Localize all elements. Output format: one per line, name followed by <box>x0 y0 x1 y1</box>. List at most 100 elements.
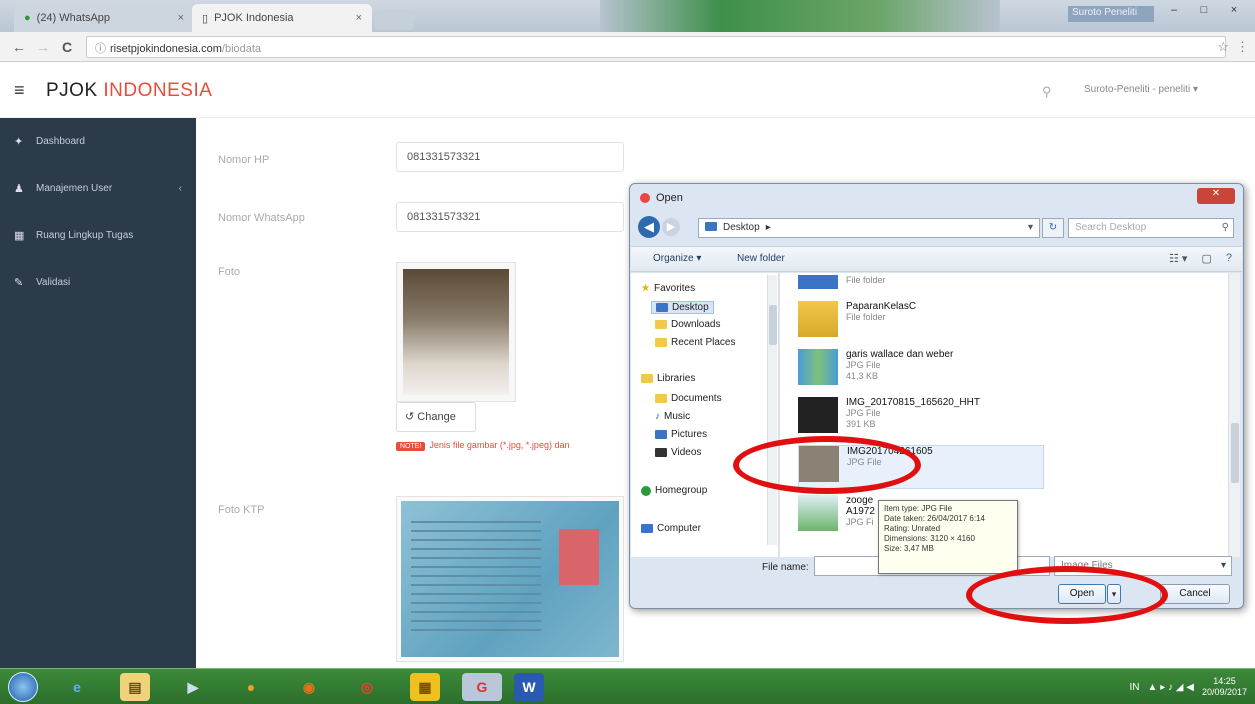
dialog-back-button[interactable]: ◀ <box>638 216 660 238</box>
cancel-button[interactable]: Cancel <box>1160 584 1230 604</box>
forward-button[interactable]: → <box>36 39 50 55</box>
sidebar-item-ruang-lingkup[interactable]: ▦ Ruang Lingkup Tugas <box>0 212 196 259</box>
windows-taskbar: e ▤ ▶ ● ◉ ◎ ▦ G W IN ▲ ▸ ♪ ◢ ◀ 14:25 20/… <box>0 668 1255 704</box>
ktp-photo <box>396 496 624 662</box>
back-button[interactable]: ← <box>12 39 26 55</box>
close-icon[interactable]: × <box>178 12 184 24</box>
refresh-button[interactable]: ↻ <box>1042 218 1064 238</box>
dialog-close-button[interactable]: ✕ <box>1197 188 1235 204</box>
nav-homegroup[interactable]: Homegroup <box>641 485 707 496</box>
window-user-chip[interactable]: Suroto Peneliti <box>1068 6 1154 22</box>
computer-icon <box>641 524 653 533</box>
file-item[interactable]: File folder <box>798 275 1178 295</box>
tab-pjok[interactable]: ▯ PJOK Indonesia × <box>192 4 372 32</box>
new-tab-button[interactable] <box>374 10 414 30</box>
help-icon[interactable]: ? <box>1226 252 1232 265</box>
dialog-title: Open <box>640 192 683 204</box>
change-photo-button[interactable]: ↺ Change <box>396 402 476 432</box>
preview-pane-icon[interactable]: ▢ <box>1201 252 1211 265</box>
sidebar-item-validasi[interactable]: ✎ Validasi <box>0 259 196 306</box>
navigation-pane: ★ Favorites Desktop Downloads Recent Plac… <box>631 273 779 557</box>
view-options-icon[interactable]: ☷ ▾ <box>1169 252 1187 265</box>
path-desktop[interactable]: Desktop <box>723 222 760 234</box>
url-input[interactable]: ⓘ risetpjokindonesia.com/biodata <box>86 36 1226 58</box>
libraries-icon <box>641 374 653 383</box>
sidebar-item-label: Manajemen User <box>36 183 113 194</box>
dialog-forward-button[interactable]: ▶ <box>662 218 680 236</box>
tab-whatsapp[interactable]: ● (24) WhatsApp × <box>14 4 194 32</box>
ie-icon[interactable]: e <box>62 673 92 701</box>
system-tray: IN ▲ ▸ ♪ ◢ ◀ 14:25 20/09/2017 <box>1130 673 1247 701</box>
file-type: File folder <box>846 275 886 285</box>
page-icon: ▯ <box>202 12 209 25</box>
nav-libraries[interactable]: Libraries <box>641 373 695 384</box>
path-breadcrumb[interactable]: Desktop ▸ ▾ <box>698 218 1040 238</box>
search-placeholder: Search Desktop <box>1075 222 1147 233</box>
minimize-button[interactable]: – <box>1160 4 1188 24</box>
sidebar-item-label: Dashboard <box>36 136 85 147</box>
dialog-title-text: Open <box>656 192 683 204</box>
clock-time: 14:25 <box>1213 676 1236 686</box>
word-icon[interactable]: W <box>514 673 544 701</box>
documents-icon <box>655 394 667 403</box>
hp-label: Nomor HP <box>218 154 270 166</box>
path-separator[interactable]: ▸ <box>766 222 771 234</box>
maximize-button[interactable]: □ <box>1190 4 1218 24</box>
wa-input[interactable]: 081331573321 <box>396 202 624 232</box>
file-item[interactable]: IMG_20170815_165620_HHT JPG File 391 KB <box>798 397 1178 441</box>
new-folder-button[interactable]: New folder <box>737 253 785 264</box>
explorer-icon[interactable]: ▤ <box>120 673 150 701</box>
firefox-icon[interactable]: ◉ <box>294 673 324 701</box>
file-item[interactable]: PaparanKelasC File folder <box>798 301 1178 345</box>
bookmark-star-icon[interactable]: ☆ <box>1217 39 1229 55</box>
dialog-search-input[interactable]: Search Desktop ⚲ <box>1068 218 1234 238</box>
nav-documents[interactable]: Documents <box>655 393 722 404</box>
start-button[interactable] <box>8 672 38 702</box>
hp-input[interactable]: 081331573321 <box>396 142 624 172</box>
table-icon: ▦ <box>14 230 25 242</box>
file-item[interactable]: garis wallace dan weber JPG File 41,3 KB <box>798 349 1178 393</box>
close-icon[interactable]: × <box>356 12 362 24</box>
nav-desktop[interactable]: Desktop <box>651 301 714 314</box>
nav-videos[interactable]: Videos <box>655 447 701 458</box>
clock-date: 20/09/2017 <box>1201 687 1247 697</box>
browser-menu-icon[interactable]: ⋮ <box>1236 39 1249 55</box>
clock[interactable]: 14:25 20/09/2017 <box>1202 676 1247 698</box>
brand-logo[interactable]: PJOK INDONESIA <box>46 80 212 102</box>
scroll-thumb[interactable] <box>769 305 777 345</box>
file-type: JPG File <box>846 408 881 418</box>
nav-favorites[interactable]: ★ Favorites <box>641 283 695 294</box>
chrome-active-icon[interactable]: G <box>462 673 502 701</box>
language-indicator[interactable]: IN <box>1130 682 1140 693</box>
sidebar-item-manajemen-user[interactable]: ♟ Manajemen User ‹ <box>0 165 196 212</box>
downloads-icon <box>655 320 667 329</box>
nav-music[interactable]: ♪ Music <box>655 411 690 422</box>
paint-icon[interactable]: ● <box>236 673 266 701</box>
whatsapp-icon: ● <box>24 12 31 24</box>
sidebar-item-dashboard[interactable]: ✦ Dashboard <box>0 118 196 165</box>
info-icon[interactable]: ⓘ <box>95 43 106 55</box>
brand-part1: PJOK <box>46 80 98 101</box>
nav-label: Libraries <box>657 373 696 384</box>
nav-downloads[interactable]: Downloads <box>655 319 720 330</box>
scroll-thumb[interactable] <box>1231 423 1239 483</box>
chevron-down-icon[interactable]: ▾ <box>1028 222 1033 234</box>
media-player-icon[interactable]: ▶ <box>178 673 208 701</box>
nav-label: Pictures <box>671 429 708 440</box>
hamburger-menu-icon[interactable]: ≡ <box>14 80 25 101</box>
search-icon[interactable]: ⚲ <box>1042 84 1052 100</box>
file-size: 41,3 KB <box>846 371 879 381</box>
nav-pictures[interactable]: Pictures <box>655 429 707 440</box>
file-scrollbar[interactable] <box>1228 273 1240 557</box>
sticky-notes-icon[interactable]: ▦ <box>410 673 440 701</box>
close-window-button[interactable]: × <box>1220 4 1248 24</box>
nav-recent[interactable]: Recent Places <box>655 337 735 348</box>
user-menu[interactable]: Suroto-Peneliti - peneliti ▾ <box>1084 84 1198 95</box>
nav-computer[interactable]: Computer <box>641 523 701 534</box>
chrome-icon[interactable]: ◎ <box>352 673 382 701</box>
nav-scrollbar[interactable] <box>767 275 777 545</box>
tray-icons[interactable]: ▲ ▸ ♪ ◢ ◀ <box>1148 682 1194 693</box>
organize-button[interactable]: Organize ▾ <box>653 253 701 264</box>
reload-button[interactable]: C <box>62 39 72 55</box>
file-name: PaparanKelasC <box>846 301 917 312</box>
